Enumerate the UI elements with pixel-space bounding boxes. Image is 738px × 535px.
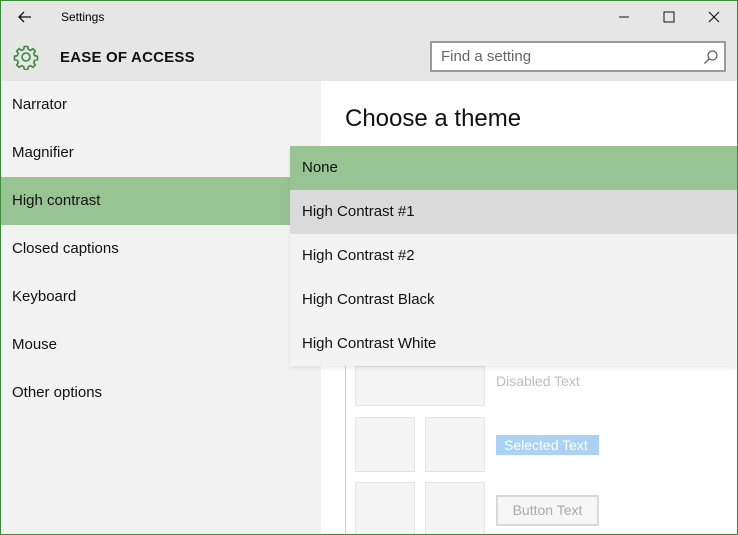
page-heading: Choose a theme bbox=[345, 105, 522, 132]
theme-option-high-contrast-1[interactable]: High Contrast #1 bbox=[290, 190, 737, 234]
preview-disabled-text: Disabled Text bbox=[496, 373, 580, 389]
minimize-button[interactable] bbox=[601, 1, 647, 33]
sidebar-item-narrator[interactable]: Narrator bbox=[1, 81, 321, 129]
preview-swatch bbox=[355, 482, 415, 534]
close-icon bbox=[708, 11, 720, 23]
theme-option-none[interactable]: None bbox=[290, 146, 737, 190]
preview-selected-text: Selected Text bbox=[496, 435, 599, 455]
preview-swatch bbox=[425, 417, 485, 472]
search-icon[interactable] bbox=[703, 49, 719, 65]
page-header: EASE OF ACCESS bbox=[1, 33, 737, 81]
maximize-button[interactable] bbox=[646, 1, 692, 33]
gear-icon bbox=[13, 45, 39, 70]
sidebar-item-high-contrast[interactable]: High contrast bbox=[1, 177, 290, 225]
window-title: Settings bbox=[61, 10, 105, 24]
back-arrow-icon bbox=[18, 11, 31, 23]
sidebar-item-other-options[interactable]: Other options bbox=[1, 369, 321, 417]
back-button[interactable] bbox=[9, 5, 41, 29]
sidebar-item-mouse[interactable]: Mouse bbox=[1, 321, 321, 369]
theme-option-high-contrast-2[interactable]: High Contrast #2 bbox=[290, 234, 737, 278]
preview-swatch bbox=[355, 366, 485, 406]
settings-window: Settings EASE OF ACCESS Find a setting N… bbox=[0, 0, 738, 535]
maximize-icon bbox=[663, 11, 675, 23]
theme-option-high-contrast-black[interactable]: High Contrast Black bbox=[290, 278, 737, 322]
sidebar-item-closed-captions[interactable]: Closed captions bbox=[1, 225, 321, 273]
preview-divider bbox=[345, 366, 346, 534]
search-input[interactable] bbox=[432, 43, 694, 70]
theme-dropdown-list: None High Contrast #1 High Contrast #2 H… bbox=[290, 146, 737, 366]
preview-swatch bbox=[355, 417, 415, 472]
minimize-icon bbox=[619, 16, 629, 18]
sidebar: Narrator Magnifier High contrast Closed … bbox=[1, 81, 321, 534]
theme-option-high-contrast-white[interactable]: High Contrast White bbox=[290, 322, 737, 366]
title-bar: Settings bbox=[1, 1, 737, 33]
sidebar-item-magnifier[interactable]: Magnifier bbox=[1, 129, 321, 177]
sidebar-item-keyboard[interactable]: Keyboard bbox=[1, 273, 321, 321]
preview-button-text: Button Text bbox=[496, 495, 599, 526]
close-button[interactable] bbox=[691, 1, 737, 33]
section-title: EASE OF ACCESS bbox=[60, 49, 195, 66]
preview-swatch bbox=[425, 482, 485, 534]
search-box[interactable] bbox=[430, 41, 726, 72]
